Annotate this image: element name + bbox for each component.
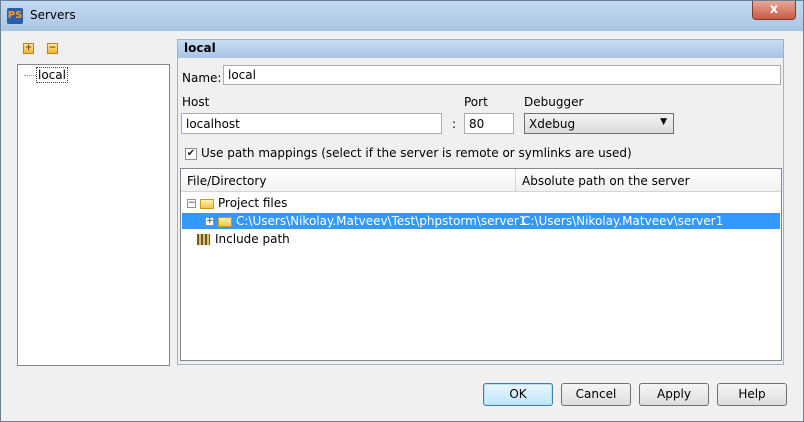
table-row-file[interactable]: + C:\Users\Nikolay.Matveev\Test\phpstorm\… (205, 213, 527, 229)
debugger-select[interactable]: Xdebug ▼ (524, 113, 674, 134)
folder-open-icon (200, 198, 214, 209)
ok-button[interactable]: OK (483, 383, 553, 406)
port-input[interactable]: 80 (464, 113, 514, 134)
name-input[interactable]: local (223, 65, 781, 85)
expand-icon[interactable]: + (205, 217, 214, 226)
tree-row-project-files[interactable]: − Project files (187, 195, 287, 211)
close-button[interactable]: x (752, 1, 796, 20)
host-port-separator: : (452, 117, 457, 131)
phpstorm-icon: PS (7, 8, 23, 24)
mapping-file-path: C:\Users\Nikolay.Matveev\Test\phpstorm\s… (236, 214, 527, 228)
apply-button[interactable]: Apply (639, 383, 709, 406)
server-details-panel: local Name: local Host Port Debugger loc… (177, 39, 784, 365)
remove-icon[interactable]: − (47, 43, 58, 54)
server-list: local (17, 64, 170, 366)
project-files-label: Project files (218, 196, 288, 210)
host-input[interactable]: localhost (181, 113, 442, 134)
tree-row-include-path[interactable]: Include path (197, 231, 290, 247)
help-button[interactable]: Help (717, 383, 787, 406)
collapse-icon[interactable]: − (187, 199, 196, 208)
window-title: Servers (30, 8, 76, 22)
add-icon[interactable]: + (23, 43, 34, 54)
panel-header: local (178, 40, 783, 58)
cancel-button[interactable]: Cancel (561, 383, 631, 406)
folder-icon (218, 216, 232, 227)
path-mappings-checkbox[interactable]: ✔ (185, 147, 197, 160)
title-bar[interactable]: PS Servers x (1, 1, 803, 31)
path-mappings-label: Use path mappings (select if the server … (201, 146, 632, 160)
path-mappings-table: File/Directory Absolute path on the serv… (180, 168, 782, 361)
name-label: Name: (182, 71, 222, 85)
column-header-file[interactable]: File/Directory (187, 174, 266, 188)
dialog-client-area: + − local local Name: local Host Port De… (9, 31, 797, 415)
column-header-server-path[interactable]: Absolute path on the server (522, 174, 690, 188)
mapping-server-path: C:\Users\Nikolay.Matveev\server1 (522, 214, 724, 228)
table-header: File/Directory Absolute path on the serv… (181, 169, 781, 192)
library-icon (197, 234, 210, 245)
dropdown-arrow-icon: ▼ (660, 117, 667, 127)
debugger-value: Xdebug (529, 117, 576, 131)
port-label: Port (464, 95, 488, 109)
path-mappings-row[interactable]: ✔ Use path mappings (select if the server… (185, 146, 632, 160)
servers-dialog: PS Servers x + − local local Name: local… (0, 0, 804, 422)
tree-line-icon (24, 75, 36, 76)
debugger-label: Debugger (524, 95, 584, 109)
column-divider[interactable] (515, 169, 516, 191)
server-item-label: local (36, 67, 68, 83)
include-path-label: Include path (215, 232, 290, 246)
host-label: Host (182, 95, 210, 109)
server-list-item[interactable]: local (24, 67, 68, 83)
